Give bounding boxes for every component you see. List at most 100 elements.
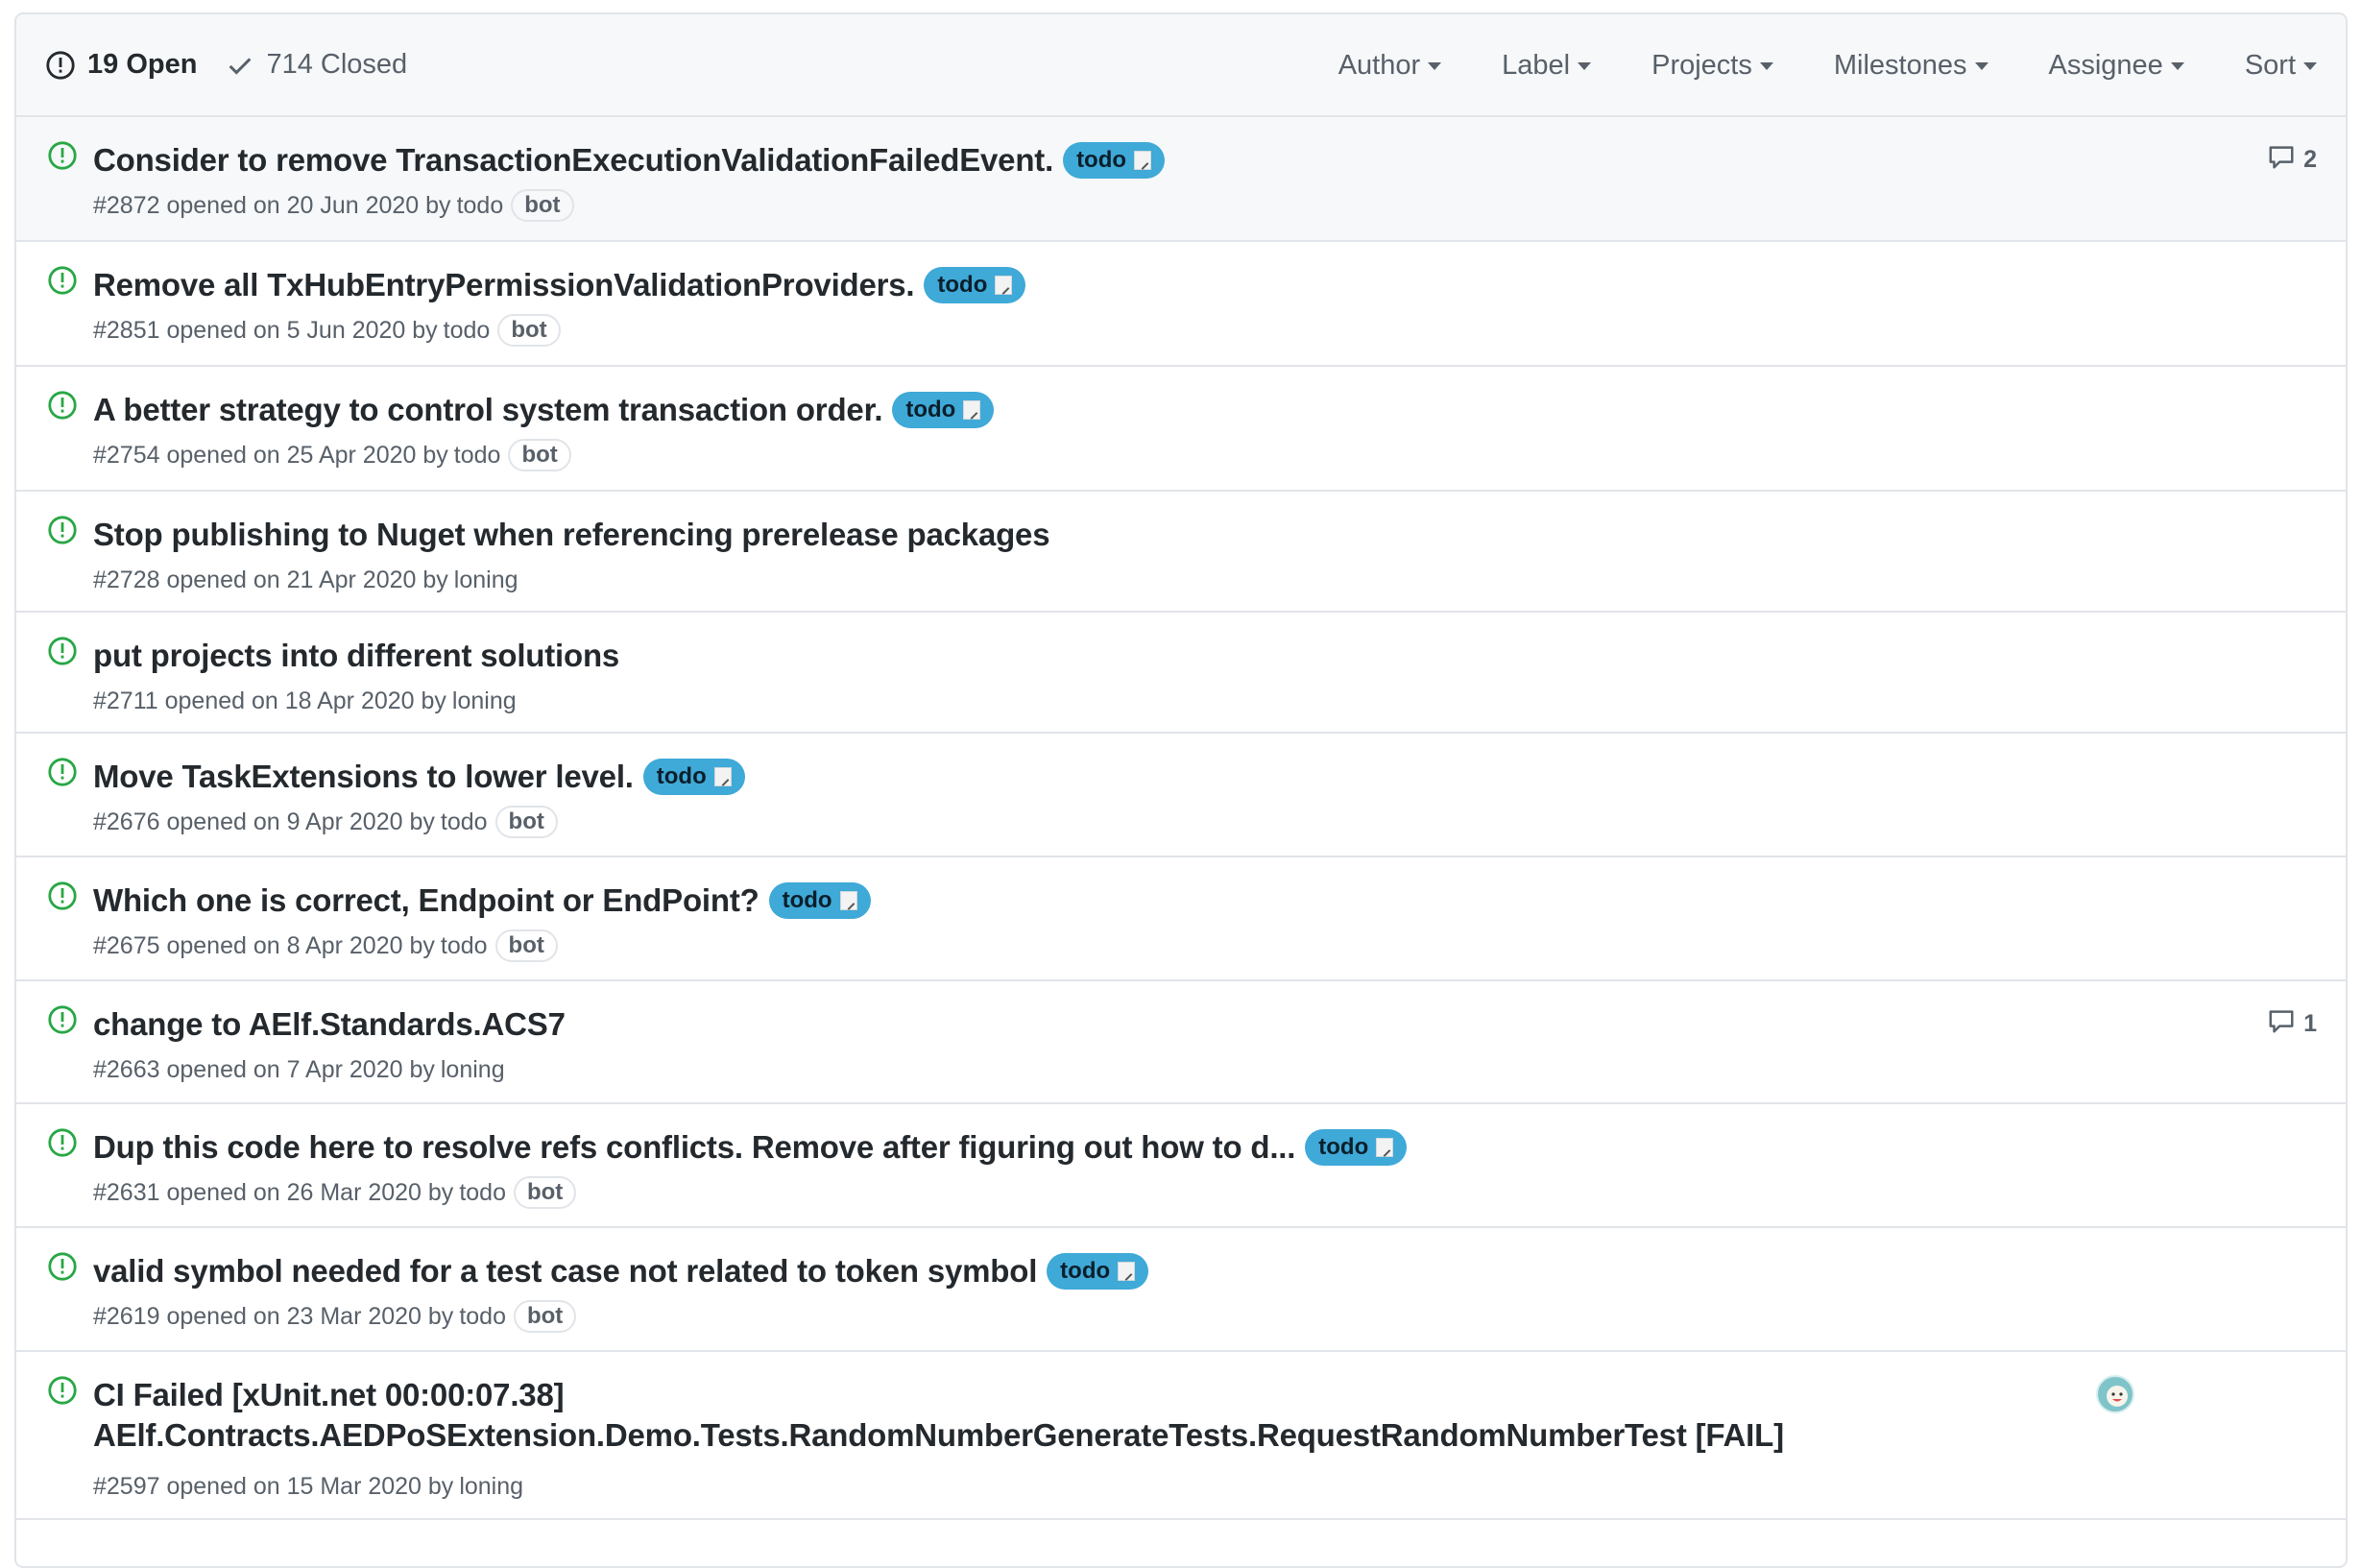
issue-opened-info: #2675 opened on 8 Apr 2020 by xyxy=(93,931,435,959)
issue-title-link[interactable]: change to AElf.Standards.ACS7 xyxy=(93,1006,566,1043)
caret-down-icon xyxy=(1759,61,1773,70)
issue-title-link[interactable]: Stop publishing to Nuget when referencin… xyxy=(93,517,1050,553)
issue-author-link[interactable]: loning xyxy=(459,1473,523,1501)
issue-opened-info: #2676 opened on 9 Apr 2020 by xyxy=(93,808,435,835)
issue-author-link[interactable]: todo xyxy=(459,1179,506,1207)
issue-meta: #2851 opened on 5 Jun 2020 by todo bot xyxy=(93,313,561,348)
comment-count: 1 xyxy=(2303,1010,2317,1037)
issue-title-link[interactable]: Move TaskExtensions to lower level. xyxy=(93,759,634,795)
issue-author-link[interactable]: todo xyxy=(459,1303,506,1331)
label-todo[interactable]: todo xyxy=(642,759,745,795)
issue-title-link[interactable]: CI Failed [xUnit.net 00:00:07.38] xyxy=(93,1377,565,1413)
bot-badge: bot xyxy=(511,189,574,222)
issue-row[interactable]: Stop publishing to Nuget when referencin… xyxy=(16,492,2346,613)
issue-row[interactable]: Which one is correct, Endpoint or EndPoi… xyxy=(16,857,2346,981)
assignee-avatar[interactable] xyxy=(2096,1375,2134,1413)
bot-badge: bot xyxy=(508,439,571,471)
issue-opened-icon xyxy=(46,50,75,80)
check-icon xyxy=(229,57,252,75)
issue-row[interactable]: Remove all TxHubEntryPermissionValidatio… xyxy=(16,242,2346,367)
issue-row[interactable]: Consider to remove TransactionExecutionV… xyxy=(16,117,2346,242)
issue-opened-icon xyxy=(47,265,78,301)
caret-down-icon xyxy=(2303,61,2317,70)
assignee-filter[interactable]: Assignee xyxy=(2049,50,2184,82)
label-todo[interactable]: todo xyxy=(924,267,1026,303)
filter-bar: Author Label Projects Milestones Assigne… xyxy=(1278,14,2317,117)
memo-icon xyxy=(713,767,732,786)
caret-down-icon xyxy=(1428,61,1442,70)
issue-row[interactable]: Move TaskExtensions to lower level. todo #… xyxy=(16,734,2346,857)
issue-meta: #2619 opened on 23 Mar 2020 by todo bot xyxy=(93,1299,577,1334)
projects-filter[interactable]: Projects xyxy=(1651,50,1773,82)
memo-icon xyxy=(1134,151,1152,170)
author-filter[interactable]: Author xyxy=(1338,50,1442,82)
issue-meta: #2675 opened on 8 Apr 2020 by todo bot xyxy=(93,929,558,963)
issues-box: 19 Open 714 Closed Author Label Projects… xyxy=(14,12,2348,1568)
bot-badge: bot xyxy=(494,806,558,838)
issue-opened-icon xyxy=(47,1375,78,1411)
issue-author-link[interactable]: loning xyxy=(452,688,517,715)
issue-list: Consider to remove TransactionExecutionV… xyxy=(16,117,2346,1520)
issue-opened-icon xyxy=(47,636,78,671)
issue-row[interactable]: CI Failed [xUnit.net 00:00:07.38] AElf.Co… xyxy=(16,1352,2346,1520)
issue-meta: #2663 opened on 7 Apr 2020 by loning xyxy=(93,1052,505,1087)
issue-meta: #2676 opened on 9 Apr 2020 by todo bot xyxy=(93,805,558,839)
issue-title-link[interactable]: A better strategy to control system tran… xyxy=(93,392,883,428)
comments-link[interactable]: 1 xyxy=(2267,1006,2317,1042)
issue-opened-icon xyxy=(47,1127,78,1163)
closed-issues-link[interactable]: 714 Closed xyxy=(226,49,407,81)
issue-opened-info: #2728 opened on 21 Apr 2020 by xyxy=(93,566,448,593)
issue-author-link[interactable]: loning xyxy=(441,1056,505,1084)
issue-author-link[interactable]: todo xyxy=(441,808,488,836)
issue-title-link[interactable]: Remove all TxHubEntryPermissionValidatio… xyxy=(93,267,915,303)
issue-opened-info: #2597 opened on 15 Mar 2020 by xyxy=(93,1472,454,1500)
issue-author-link[interactable]: loning xyxy=(454,567,518,594)
open-issues-link[interactable]: 19 Open xyxy=(45,49,197,81)
caret-down-icon xyxy=(2170,61,2184,70)
issue-opened-info: #2619 opened on 23 Mar 2020 by xyxy=(93,1302,454,1330)
issue-author-link[interactable]: todo xyxy=(454,442,501,470)
memo-icon xyxy=(995,276,1013,295)
avatar-face-icon xyxy=(2107,1386,2128,1407)
sort-filter[interactable]: Sort xyxy=(2245,50,2317,82)
issue-title-link[interactable]: Which one is correct, Endpoint or EndPoi… xyxy=(93,882,759,919)
label-todo[interactable]: todo xyxy=(892,392,995,428)
issue-opened-icon xyxy=(47,1004,78,1040)
issue-opened-icon xyxy=(47,1251,78,1287)
issue-meta: #2711 opened on 18 Apr 2020 by loning xyxy=(93,684,517,718)
issue-row[interactable]: put projects into different solutions #27… xyxy=(16,613,2346,734)
issue-title-link[interactable]: Consider to remove TransactionExecutionV… xyxy=(93,142,1053,179)
bot-badge: bot xyxy=(497,314,561,347)
issue-row[interactable]: valid symbol needed for a test case not … xyxy=(16,1228,2346,1352)
issue-row[interactable]: A better strategy to control system tran… xyxy=(16,367,2346,492)
issue-author-link[interactable]: todo xyxy=(457,192,504,220)
label-todo[interactable]: todo xyxy=(1047,1253,1149,1290)
issue-opened-info: #2872 opened on 20 Jun 2020 by xyxy=(93,191,451,219)
label-todo[interactable]: todo xyxy=(768,882,871,919)
bot-badge: bot xyxy=(513,1176,577,1209)
issue-meta: #2872 opened on 20 Jun 2020 by todo bot xyxy=(93,188,574,223)
comment-count: 2 xyxy=(2303,146,2317,173)
milestones-filter[interactable]: Milestones xyxy=(1834,50,1988,82)
issue-row[interactable]: Dup this code here to resolve refs confl… xyxy=(16,1104,2346,1228)
issue-title-link-line2[interactable]: AElf.Contracts.AEDPoSExtension.Demo.Test… xyxy=(93,1417,1784,1454)
label-todo[interactable]: todo xyxy=(1305,1129,1408,1166)
memo-icon xyxy=(1376,1138,1394,1157)
issue-opened-icon xyxy=(47,757,78,792)
issue-opened-icon xyxy=(47,515,78,550)
issue-author-link[interactable]: todo xyxy=(441,932,488,960)
state-toggle: 19 Open 714 Closed xyxy=(45,49,407,81)
issue-meta: #2754 opened on 25 Apr 2020 by todo bot xyxy=(93,438,571,472)
issue-title-link[interactable]: valid symbol needed for a test case not … xyxy=(93,1253,1037,1290)
label-filter[interactable]: Label xyxy=(1502,50,1592,82)
issue-title-link[interactable]: Dup this code here to resolve refs confl… xyxy=(93,1129,1295,1166)
issue-title-link[interactable]: put projects into different solutions xyxy=(93,638,619,674)
comment-icon xyxy=(2267,142,2303,178)
comments-link[interactable]: 2 xyxy=(2267,142,2317,178)
closed-count: 714 Closed xyxy=(266,49,408,80)
issue-opened-icon xyxy=(47,140,78,176)
label-todo[interactable]: todo xyxy=(1063,142,1166,179)
issue-opened-info: #2631 opened on 26 Mar 2020 by xyxy=(93,1178,454,1206)
issue-author-link[interactable]: todo xyxy=(444,317,491,345)
issue-row[interactable]: change to AElf.Standards.ACS7 #2663 opene… xyxy=(16,981,2346,1104)
